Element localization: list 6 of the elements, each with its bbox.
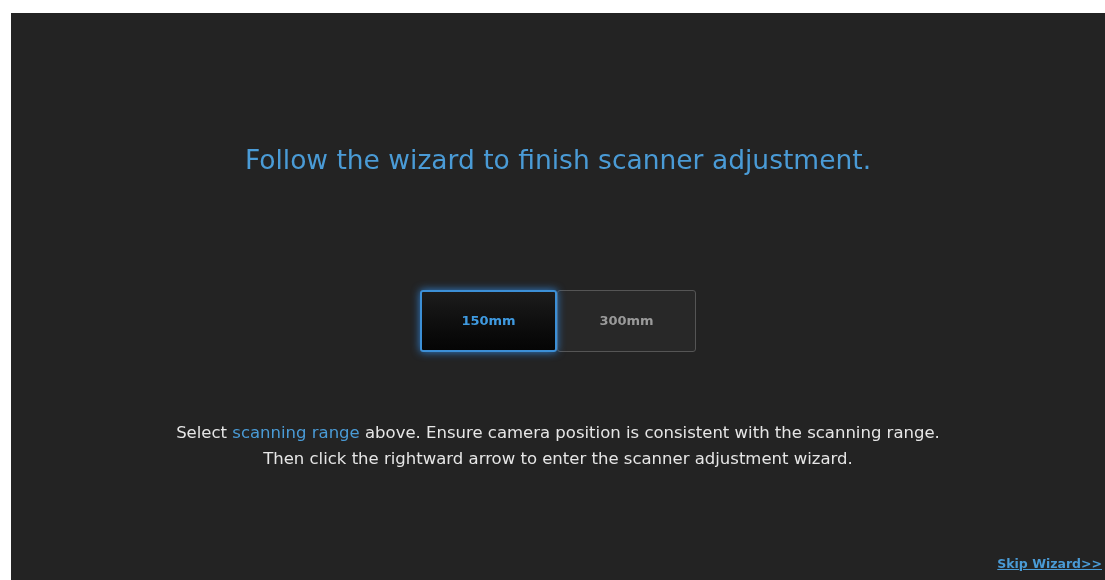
range-option[interactable]: 150mm (420, 290, 557, 352)
skip-wizard-link[interactable]: Skip Wizard>> (997, 555, 1102, 574)
instruction-text: Then click the rightward arrow to enter the scanner adjustment wizard. (263, 448, 853, 469)
instruction-text: Select scanning range above. Ensure camera position is consistent with the scanning range. (176, 422, 940, 443)
wizard-title: Follow the wizard to finish scanner adjustment. (244, 144, 872, 176)
range-option[interactable]: 300mm (557, 290, 696, 352)
